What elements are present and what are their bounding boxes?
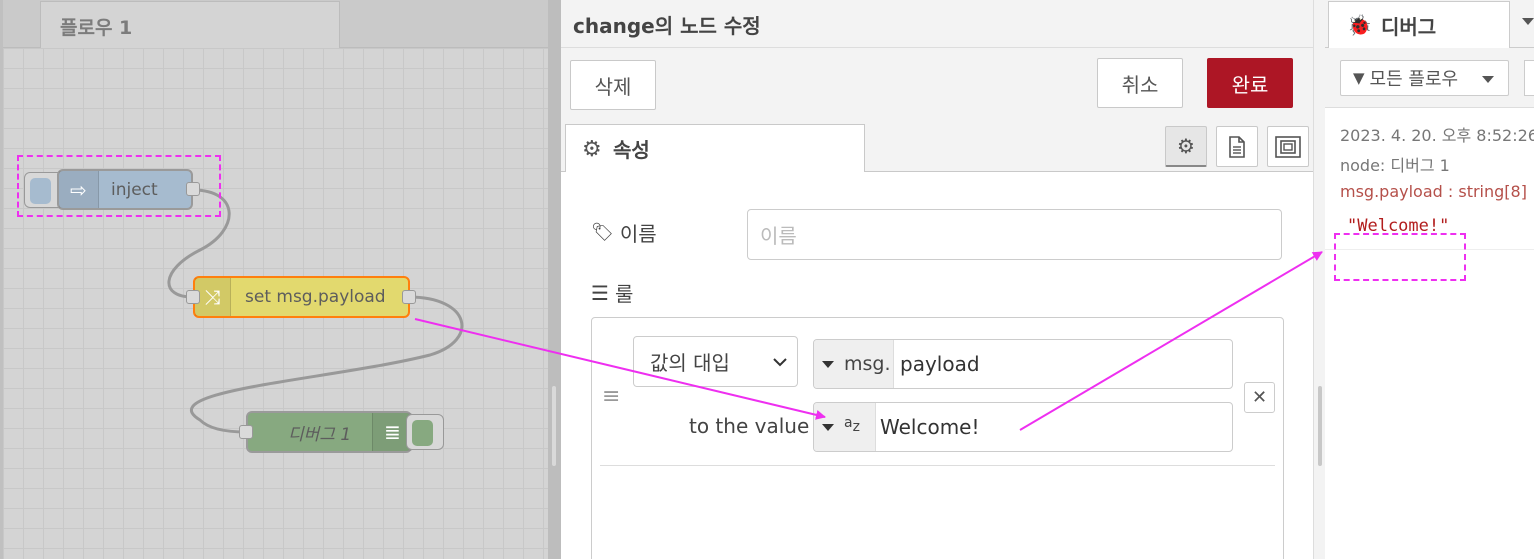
list-icon: ☰: [591, 280, 609, 305]
filter-label: 모든 플로우: [1369, 69, 1459, 90]
rule-target-input[interactable]: msg. payload: [813, 339, 1233, 389]
name-row-label: 🏷 이름: [591, 218, 657, 247]
rule-action-value: 값의 대입: [650, 351, 730, 375]
target-type-label: msg.: [844, 353, 891, 375]
done-button[interactable]: 완료: [1207, 58, 1293, 108]
message-node[interactable]: node: 디버그 1: [1340, 152, 1450, 176]
name-input[interactable]: 이름: [747, 209, 1282, 260]
sidebar-menu-caret-icon[interactable]: [1522, 18, 1534, 25]
node-description-button[interactable]: [1216, 126, 1258, 167]
change-node[interactable]: ⤨ set msg.payload: [193, 276, 410, 318]
debug-clear-button[interactable]: [1524, 60, 1534, 96]
message-type: msg.payload : string[8]: [1340, 182, 1527, 201]
rule-action-select[interactable]: 값의 대입: [633, 336, 798, 387]
sidebar-tabbar: 🐞 디버그: [1325, 0, 1534, 49]
rules-row-label: ☰ 룰: [591, 278, 633, 307]
debug-node-label: 디버그 1: [288, 424, 352, 445]
debug-sidebar: 🐞 디버그 ▼ 모든 플로우 2023. 4. 20. 오후 8:52:26 n…: [1325, 0, 1534, 559]
remove-rule-button[interactable]: ✕: [1244, 382, 1275, 413]
editor-titlebar: change의 노드 수정: [561, 0, 1313, 48]
tag-icon: 🏷: [591, 222, 614, 243]
inject-annotation-box: [17, 155, 221, 217]
value-annotation-box: [1334, 233, 1466, 281]
name-label: 이름: [619, 222, 657, 246]
rule-value-input[interactable]: az Welcome!: [813, 402, 1233, 452]
gear-icon: ⚙: [1177, 134, 1195, 158]
tab-properties[interactable]: ⚙ 속성: [565, 124, 865, 173]
gear-icon: ⚙: [582, 137, 602, 162]
cancel-button[interactable]: 취소: [1097, 58, 1183, 108]
flow-workspace: 플로우 1 ⇨ inject ⤨ set msg.payload 디버그 1 ≣: [0, 0, 548, 559]
editor-title: change의 노드 수정: [573, 14, 761, 38]
value-type-button[interactable]: az: [814, 403, 876, 451]
debug-toolbar: ▼ 모든 플로우: [1325, 48, 1534, 108]
change-output-port[interactable]: [402, 290, 416, 304]
string-type-icon: az: [844, 415, 860, 435]
debug-message: 2023. 4. 20. 오후 8:52:26 node: 디버그 1 msg.…: [1325, 110, 1534, 281]
change-input-port[interactable]: [186, 290, 200, 304]
appearance-icon: [1275, 135, 1301, 158]
rules-label: 룰: [614, 282, 634, 306]
rule-separator: [600, 465, 1275, 466]
document-icon: [1229, 135, 1245, 158]
drag-handle-icon[interactable]: ≡: [602, 386, 622, 408]
debug-tab-label: 디버그: [1381, 15, 1437, 39]
debug-node[interactable]: 디버그 1 ≣: [246, 411, 412, 453]
editor-tabs: ⚙ 속성 ⚙: [561, 118, 1313, 173]
caret-down-icon: [822, 360, 834, 368]
chevron-down-icon: [773, 357, 787, 366]
delete-button[interactable]: 삭제: [570, 60, 656, 110]
message-timestamp: 2023. 4. 20. 오후 8:52:26: [1340, 126, 1534, 145]
target-type-button[interactable]: msg.: [814, 340, 894, 388]
properties-form: 🏷 이름 이름 ☰ 룰 ≡ 값의 대입 msg. payload to the …: [561, 172, 1313, 559]
workspace-divider[interactable]: [548, 0, 561, 559]
debug-toggle-button[interactable]: [406, 414, 444, 450]
tab-debug[interactable]: 🐞 디버그: [1328, 1, 1510, 49]
to-the-value-label: to the value: [689, 414, 810, 438]
debug-filter-button[interactable]: ▼ 모든 플로우: [1340, 60, 1509, 96]
target-value: payload: [900, 352, 980, 376]
caret-down-icon: [1482, 76, 1494, 83]
bug-icon: 🐞: [1347, 13, 1372, 37]
rules-list: ≡ 값의 대입 msg. payload to the value az Wel…: [591, 317, 1284, 559]
filter-icon: ▼: [1353, 69, 1365, 87]
debug-input-port[interactable]: [239, 425, 253, 439]
rule-value-text: Welcome!: [880, 415, 980, 439]
properties-tab-label: 속성: [613, 138, 650, 162]
node-appearance-button[interactable]: [1267, 126, 1309, 167]
shuffle-icon: ⤨: [195, 278, 231, 316]
node-editor-tray: change의 노드 수정 삭제 취소 완료 ⚙ 속성 ⚙ 🏷 이름 이름 ☰ …: [561, 0, 1313, 559]
caret-down-icon: [822, 423, 834, 431]
node-properties-button[interactable]: ⚙: [1165, 126, 1207, 167]
sidebar-resize-handle[interactable]: [1313, 0, 1325, 559]
change-node-label: set msg.payload: [245, 287, 386, 307]
